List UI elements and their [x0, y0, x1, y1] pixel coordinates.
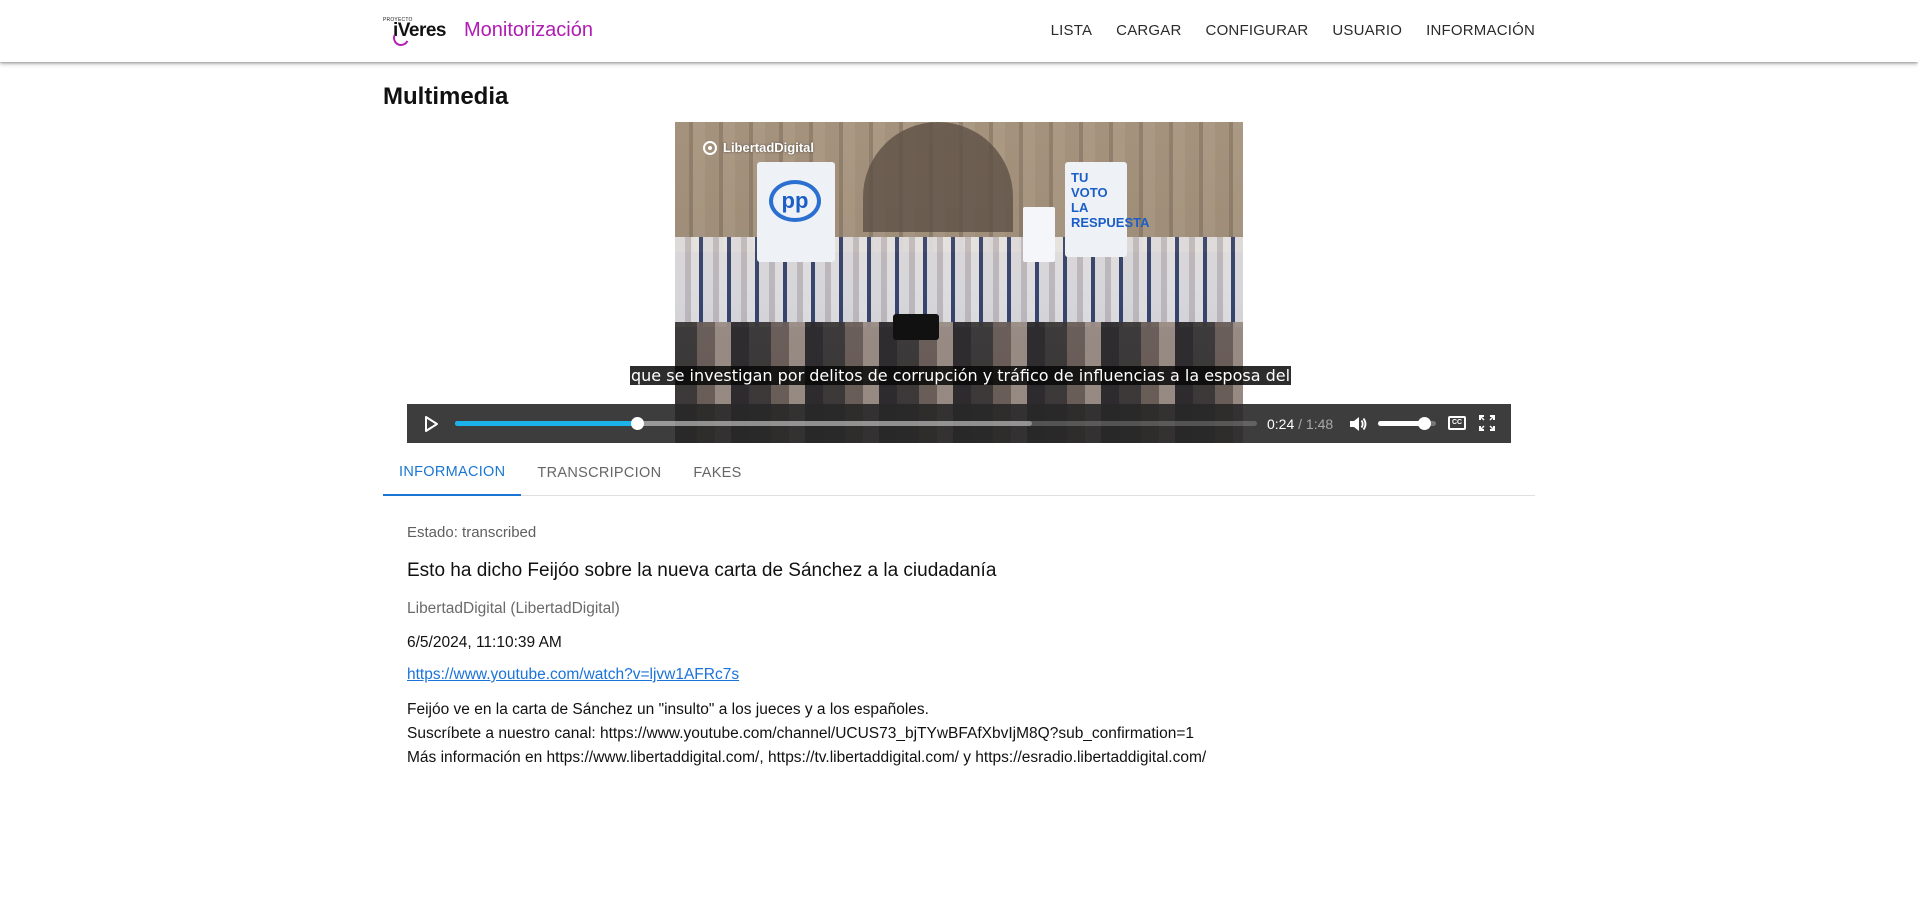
slogan-text: TU VOTO LA RESPUESTA — [1071, 170, 1150, 230]
app-bar: PROYECTO iVeres Monitorización LISTA CAR… — [0, 0, 1918, 62]
fullscreen-icon[interactable] — [1479, 415, 1495, 431]
video-scene-phone — [893, 314, 939, 340]
play-icon[interactable] — [422, 415, 440, 433]
video-caption: que se investigan por delitos de corrupc… — [630, 366, 1292, 385]
video-description: Feijóo ve en la carta de Sánchez un "ins… — [407, 698, 1206, 770]
app-title[interactable]: Monitorización — [464, 19, 593, 42]
captions-icon[interactable]: CC — [1448, 416, 1466, 430]
main-nav: LISTA CARGAR CONFIGURAR USUARIO INFORMAC… — [1027, 0, 1535, 60]
tab-informacion[interactable]: INFORMACION — [383, 450, 522, 496]
video-scene-slogan-board: TU VOTO LA RESPUESTA — [1065, 162, 1150, 257]
description-line: Suscríbete a nuestro canal: https://www.… — [407, 725, 1195, 742]
video-scene-party-board: pp — [757, 162, 835, 262]
page-title: Multimedia — [383, 83, 509, 110]
current-time: 0:24 — [1267, 416, 1295, 432]
nav-configurar[interactable]: CONFIGURAR — [1206, 22, 1309, 39]
channel-name: LibertadDigital (LibertadDigital) — [407, 600, 620, 617]
brand[interactable]: PROYECTO iVeres Monitorización — [383, 14, 593, 49]
publish-date: 6/5/2024, 11:10:39 AM — [407, 634, 562, 651]
nav-lista[interactable]: LISTA — [1051, 22, 1093, 39]
nav-cargar[interactable]: CARGAR — [1116, 22, 1181, 39]
watermark-text: LibertadDigital — [723, 140, 815, 155]
nav-usuario[interactable]: USUARIO — [1332, 22, 1402, 39]
volume-icon[interactable] — [1348, 414, 1368, 434]
progress-played — [455, 421, 638, 426]
volume-thumb[interactable] — [1418, 417, 1432, 430]
video-title: Esto ha dicho Feijóo sobre la nueva cart… — [407, 560, 997, 581]
volume-slider[interactable] — [1378, 417, 1436, 430]
video-url-link[interactable]: https://www.youtube.com/watch?v=ljvw1AFR… — [407, 666, 739, 684]
progress-bar[interactable] — [455, 417, 1257, 430]
progress-thumb[interactable] — [631, 417, 645, 430]
player-controls: 0:24 / 1:48 CC — [407, 404, 1511, 443]
nav-informacion[interactable]: INFORMACIÓN — [1426, 22, 1535, 39]
video-frame[interactable]: pp TU VOTO LA RESPUESTA LibertadDigital — [675, 122, 1243, 443]
description-line: Más información en https://www.libertadd… — [407, 749, 1207, 766]
party-logo: pp — [769, 180, 821, 222]
time-separator: / — [1294, 416, 1306, 432]
libertad-digital-icon — [703, 140, 717, 155]
description-line: Feijóo ve en la carta de Sánchez un "ins… — [407, 701, 929, 718]
detail-tabs: INFORMACION TRANSCRIPCION FAKES — [383, 450, 1535, 496]
status-text: Estado: transcribed — [407, 524, 537, 541]
tab-fakes[interactable]: FAKES — [677, 450, 757, 496]
tab-transcripcion[interactable]: TRANSCRIPCION — [521, 450, 677, 496]
duration: 1:48 — [1305, 416, 1334, 432]
video-scene-podium — [1023, 207, 1055, 262]
proyecto-iveres-logo[interactable]: PROYECTO iVeres — [383, 14, 447, 49]
video-player[interactable]: pp TU VOTO LA RESPUESTA LibertadDigital … — [407, 122, 1511, 443]
time-display: 0:24 / 1:48 — [1267, 416, 1333, 432]
channel-watermark: LibertadDigital — [703, 140, 814, 155]
